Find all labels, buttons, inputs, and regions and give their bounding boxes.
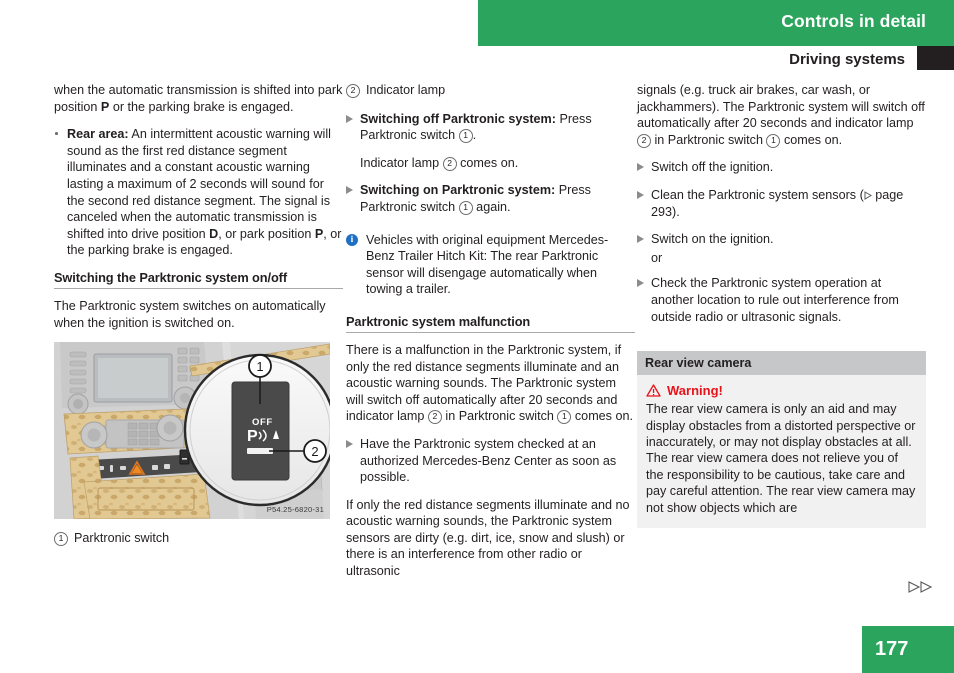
step-have-checked: Have the Parktronic system checked at an… xyxy=(346,436,635,486)
svg-text:1: 1 xyxy=(256,359,263,374)
rear-view-camera-box-title: Rear view camera xyxy=(637,351,926,376)
step-clean-sensors: Clean the Parktronic system sensors ( pa… xyxy=(637,187,926,220)
callout-number-1: 1 xyxy=(54,532,68,547)
inline-ref-1: 1 xyxy=(458,129,473,144)
signals-text-2: in Parktronic switch xyxy=(651,132,767,147)
middle-column: 2 Indicator lamp Switching off Parktroni… xyxy=(346,82,635,591)
gear-position-p2: P xyxy=(314,226,324,241)
step-switch-on-label: Switching on Parktronic system: xyxy=(360,183,556,198)
continued-text-after: or the parking brake is engaged. xyxy=(109,99,294,114)
illustration-graphic: OFF P 1 2 xyxy=(54,342,330,520)
step-triangle-icon xyxy=(637,279,644,288)
step-have-checked-text: Have the Parktronic system checked at an… xyxy=(360,436,617,485)
section-title: Driving systems xyxy=(789,51,905,68)
svg-text:P: P xyxy=(247,428,258,445)
info-note-text: Vehicles with original equipment Mercede… xyxy=(366,232,609,297)
chapter-header-bar: Controls in detail xyxy=(478,0,954,46)
step-triangle-icon xyxy=(346,439,353,448)
figure-legend-item-1: 1 Parktronic switch xyxy=(54,530,343,547)
figure-code: P54.25-6820-31 xyxy=(266,505,324,515)
dirty-sensors-paragraph: If only the red distance segments illumi… xyxy=(346,497,630,579)
step-triangle-icon xyxy=(637,235,644,244)
step-switch-off-label: Switching off Parktronic system: xyxy=(360,111,556,126)
section-tab-marker xyxy=(917,46,954,70)
inline-ref-2: 2 xyxy=(442,156,457,171)
page-number: 177 xyxy=(875,638,909,660)
rear-area-label: Rear area: xyxy=(67,127,129,142)
callout-number-2: 2 xyxy=(346,84,360,98)
malfunction-section-heading: Parktronic system malfunction xyxy=(346,313,531,329)
switching-section-heading: Switching the Parktronic system on/off xyxy=(54,269,287,285)
rear-area-text-1: An intermittent acoustic warning will so… xyxy=(67,127,331,241)
step-switch-off-result: Indicator lamp 2 comes on. xyxy=(346,155,635,172)
page-reference-triangle-icon xyxy=(864,191,872,200)
step-switch-off-ignition-text: Switch off the ignition. xyxy=(651,160,774,175)
warning-row: Warning! xyxy=(646,383,917,398)
rear-view-camera-box: Rear view camera Warning! The rear view … xyxy=(637,351,926,528)
step-check-other-location: Check the Parktronic system operation at… xyxy=(637,275,926,325)
heading-rule xyxy=(346,331,635,333)
step-triangle-icon xyxy=(637,163,644,172)
rear-view-camera-box-body: Warning! The rear view camera is only an… xyxy=(637,375,926,528)
inline-ref-2c: 2 xyxy=(637,133,651,148)
result-text-1: Indicator lamp xyxy=(360,155,443,170)
figure-legend-item-2: 2 Indicator lamp xyxy=(346,82,635,99)
malfunction-section: Parktronic system malfunction There is a… xyxy=(346,314,635,425)
step-switch-off-text-2: . xyxy=(472,128,477,143)
step-triangle-icon xyxy=(346,114,353,123)
step-switch-off-ignition: Switch off the ignition. xyxy=(637,159,926,176)
switching-section: Switching the Parktronic system on/off T… xyxy=(54,270,343,331)
signals-text-1: signals (e.g. truck air brakes, car wash… xyxy=(637,83,925,131)
warning-triangle-icon xyxy=(646,384,661,397)
svg-text:2: 2 xyxy=(311,444,318,459)
figure-legend-text-2: Indicator lamp xyxy=(366,83,446,97)
step-switch-on-ignition-text: Switch on the ignition. xyxy=(651,232,774,247)
malfunction-text-3: comes on. xyxy=(571,409,633,424)
left-column: when the automatic transmission is shift… xyxy=(54,82,343,547)
step-switch-on-ignition: Switch on the ignition. xyxy=(637,231,926,248)
chapter-title: Controls in detail xyxy=(781,11,926,31)
rear-area-bullet: Rear area: An intermittent acoustic warn… xyxy=(54,126,343,259)
step-check-other-location-text: Check the Parktronic system operation at… xyxy=(651,276,899,324)
continuation-arrows xyxy=(908,580,934,598)
step-clean-text-1: Clean the Parktronic system sensors ( xyxy=(651,187,864,202)
gear-position-d: D xyxy=(209,226,219,241)
signals-text-3: comes on. xyxy=(780,132,843,147)
switching-section-body: The Parktronic system switches on automa… xyxy=(54,298,326,330)
step-switch-off: Switching off Parktronic system: Press P… xyxy=(346,111,635,144)
info-circle-icon: i xyxy=(346,233,358,246)
figure-legend-text-1: Parktronic switch xyxy=(74,531,170,546)
inline-ref-1d: 1 xyxy=(766,133,781,148)
bullet-dot-icon xyxy=(55,132,58,135)
step-triangle-icon xyxy=(637,190,644,199)
malfunction-paragraph: There is a malfunction in the Parktronic… xyxy=(346,342,635,425)
continued-paragraph: when the automatic transmission is shift… xyxy=(54,82,343,115)
info-note: i Vehicles with original equipment Merce… xyxy=(346,232,635,298)
inline-ref-1c: 1 xyxy=(557,410,572,425)
step-triangle-icon xyxy=(346,186,353,195)
malfunction-text-2: in Parktronic switch xyxy=(441,409,558,424)
svg-text:OFF: OFF xyxy=(252,417,273,428)
or-connector: or xyxy=(651,250,663,265)
inline-ref-1b: 1 xyxy=(458,200,473,215)
inline-ref-2b: 2 xyxy=(427,410,442,425)
warning-label: Warning! xyxy=(667,383,723,399)
rear-area-text-2: , or park position xyxy=(218,226,315,241)
continued-signals-paragraph: signals (e.g. truck air brakes, car wash… xyxy=(637,82,926,148)
step-switch-on: Switching on Parktronic system: Press Pa… xyxy=(346,182,635,215)
step-switch-on-text-2: again. xyxy=(472,199,511,214)
parktronic-switch-illustration: OFF P 1 2 P54.25-6820-31 xyxy=(54,342,330,520)
heading-rule xyxy=(54,287,343,289)
warning-body-text: The rear view camera is only an aid and … xyxy=(646,402,916,515)
right-column: signals (e.g. truck air brakes, car wash… xyxy=(637,82,926,528)
result-text-2: comes on. xyxy=(456,155,519,170)
double-right-triangle-icon xyxy=(908,581,933,593)
